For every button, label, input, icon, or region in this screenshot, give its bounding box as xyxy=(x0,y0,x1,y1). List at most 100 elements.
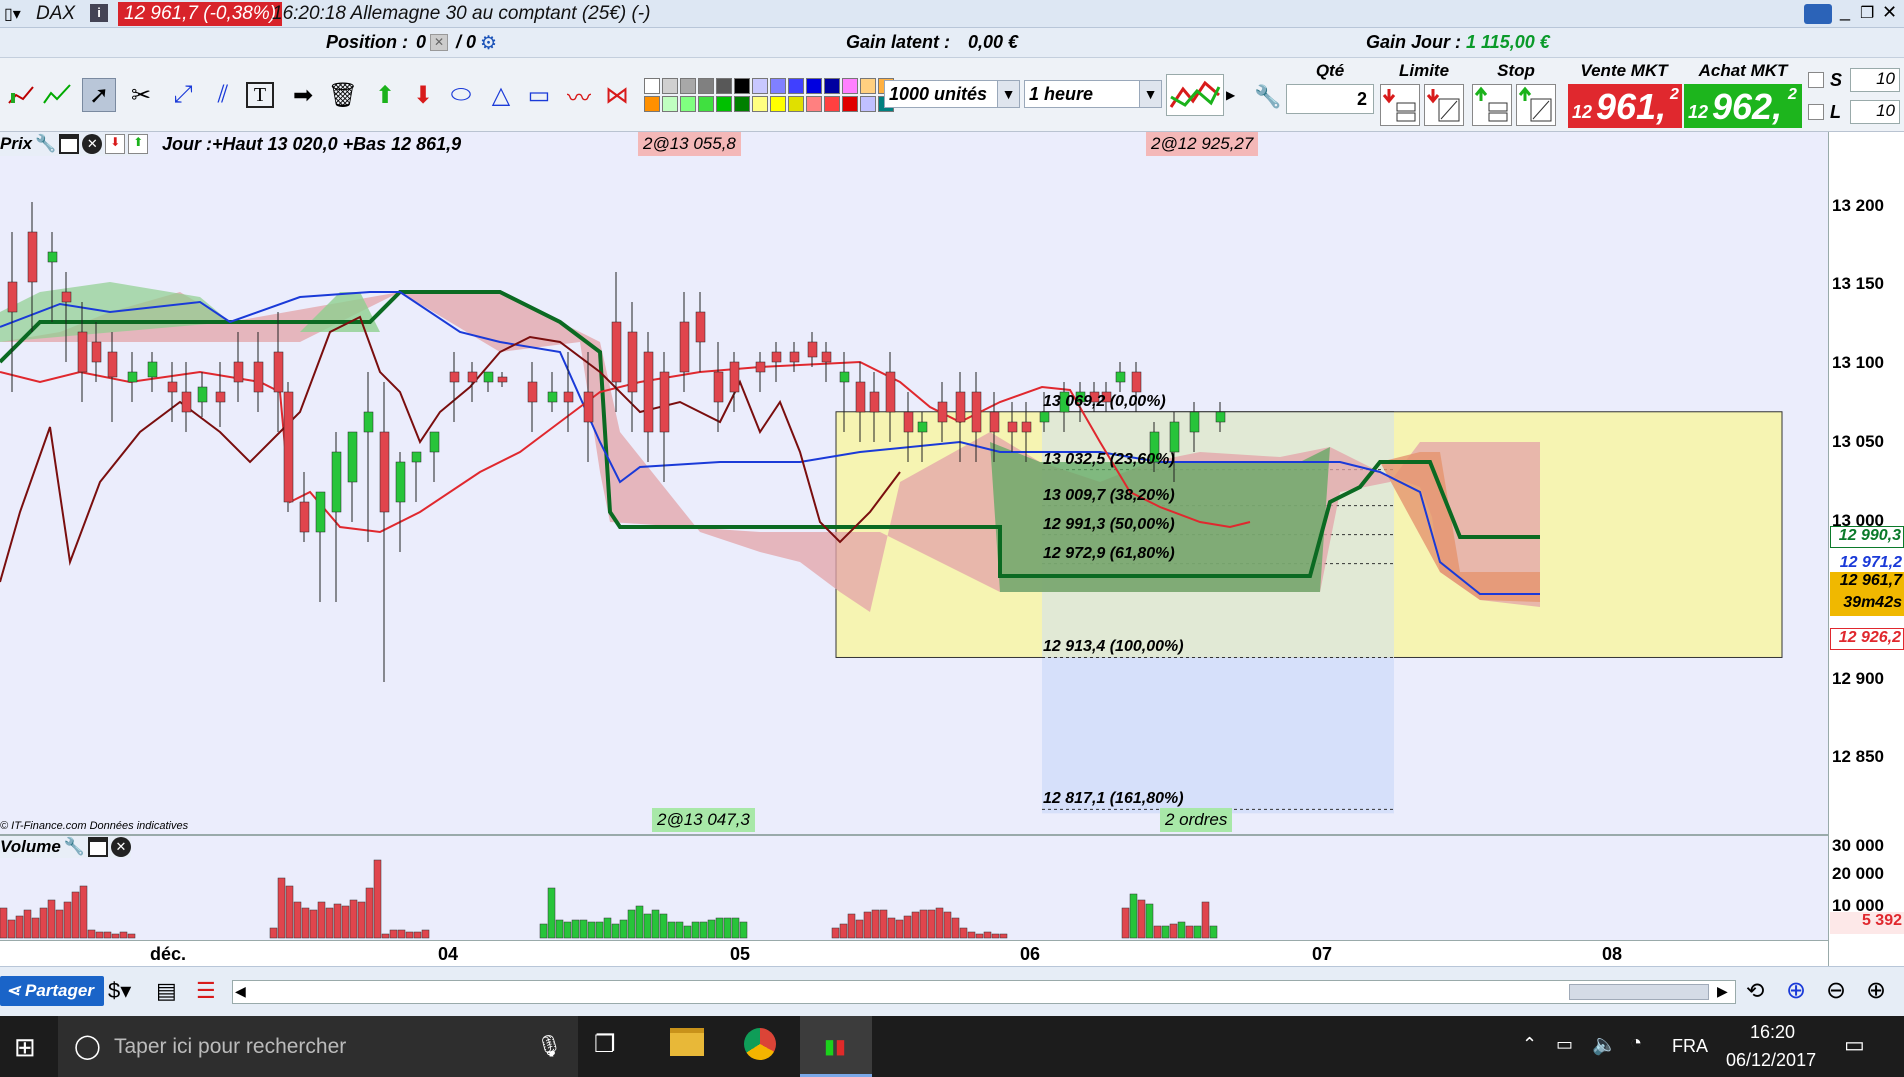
order-tag[interactable]: 2@13 047,3 xyxy=(652,808,755,832)
horizontal-scrollbar[interactable]: ◀ ▶ xyxy=(232,980,1736,1004)
wrench-icon[interactable]: 🔧 xyxy=(1254,84,1281,110)
volume-icon[interactable]: 🔈 xyxy=(1592,1032,1617,1057)
taskbar-search[interactable]: ◯ Taper ici pour rechercher 🎙 xyxy=(58,1016,578,1077)
buy-mkt-button[interactable]: 12 962, 2 xyxy=(1684,84,1802,128)
share-button[interactable]: ⋖ Partager xyxy=(0,976,104,1006)
units-select[interactable]: 1000 unités ▼ xyxy=(884,80,1020,108)
volume-chart[interactable] xyxy=(0,836,1828,940)
period-select[interactable]: 1 heure ▼ xyxy=(1024,80,1162,108)
tools-icon[interactable]: ✂ xyxy=(124,78,158,112)
move-up-icon[interactable]: ⬆ xyxy=(128,134,149,154)
close-panel-icon[interactable]: ✕ xyxy=(82,134,103,154)
restore-icon[interactable]: ❐ xyxy=(1860,3,1874,23)
palette-swatch[interactable] xyxy=(788,78,804,94)
maximize-panel-icon[interactable] xyxy=(87,837,108,857)
order-tag[interactable]: 2@12 925,27 xyxy=(1146,132,1259,156)
limit-sell-button[interactable] xyxy=(1380,84,1420,126)
channel-icon[interactable]: ⫽ xyxy=(206,78,240,112)
fibonacci-icon[interactable]: 〰 xyxy=(562,78,596,112)
minimize-icon[interactable]: _ xyxy=(1840,1,1850,22)
microphone-icon[interactable]: 🎙 xyxy=(536,1016,563,1077)
wrench-icon[interactable]: 🔧 xyxy=(35,134,56,154)
chevron-down-icon[interactable]: ▼ xyxy=(997,81,1019,107)
l-checkbox[interactable] xyxy=(1808,104,1824,120)
gann-icon[interactable]: ⋈ xyxy=(600,78,634,112)
palette-swatch[interactable] xyxy=(788,96,804,112)
up-arrow-icon[interactable]: ⬆ xyxy=(368,78,402,112)
fit-icon[interactable]: ⟲ xyxy=(1746,978,1764,1004)
limit-buy-button[interactable] xyxy=(1424,84,1464,126)
close-position-icon[interactable]: ✕ xyxy=(430,34,448,51)
triangle-tool-icon[interactable]: △ xyxy=(484,78,518,112)
palette-swatch[interactable] xyxy=(662,96,678,112)
palette-swatch[interactable] xyxy=(734,78,750,94)
indicators-icon[interactable] xyxy=(1166,74,1224,116)
palette-swatch[interactable] xyxy=(824,96,840,112)
maximize-panel-icon[interactable] xyxy=(59,134,80,154)
s-input[interactable]: 10 xyxy=(1850,68,1900,92)
rectangle-tool-icon[interactable]: ▭ xyxy=(522,78,556,112)
palette-swatch[interactable] xyxy=(680,96,696,112)
price-chart[interactable] xyxy=(0,132,1828,834)
clock-time[interactable]: 16:20 xyxy=(1750,1022,1795,1043)
palette-swatch[interactable] xyxy=(770,78,786,94)
move-down-icon[interactable]: ⬇ xyxy=(105,134,126,154)
palette-swatch[interactable] xyxy=(644,96,660,112)
chevron-up-icon[interactable]: ⌃ xyxy=(1522,1034,1537,1055)
palette-swatch[interactable] xyxy=(662,78,678,94)
notifications-icon[interactable]: ▭ xyxy=(1844,1032,1865,1058)
stop-sell-button[interactable] xyxy=(1472,84,1512,126)
windows-start-icon[interactable]: ⊞ xyxy=(14,1032,36,1063)
palette-swatch[interactable] xyxy=(734,96,750,112)
wrench-icon[interactable]: 🔧 xyxy=(64,837,85,857)
palette-swatch[interactable] xyxy=(680,78,696,94)
ellipse-tool-icon[interactable]: ⬭ xyxy=(444,78,478,112)
stop-buy-button[interactable] xyxy=(1516,84,1556,126)
cursor-icon[interactable]: ➚ xyxy=(82,78,116,112)
text-tool-icon[interactable]: T xyxy=(246,82,274,108)
orders-count-tag[interactable]: 2 ordres xyxy=(1160,808,1233,832)
layers-icon[interactable]: ☰ xyxy=(196,978,216,1004)
line-chart-icon[interactable] xyxy=(40,78,74,112)
dollar-icon[interactable]: $▾ xyxy=(108,978,131,1004)
close-panel-icon[interactable]: ✕ xyxy=(110,837,131,857)
notes-icon[interactable]: ▤ xyxy=(156,978,177,1004)
palette-swatch[interactable] xyxy=(806,78,822,94)
volume-panel[interactable] xyxy=(0,834,1828,940)
arrow-tool-icon[interactable]: ➡ xyxy=(286,78,320,112)
chevron-down-icon[interactable]: ▼ xyxy=(1139,81,1161,107)
scroll-thumb[interactable] xyxy=(1569,984,1709,1000)
file-explorer-icon[interactable] xyxy=(670,1028,704,1056)
palette-swatch[interactable] xyxy=(842,78,858,94)
s-checkbox[interactable] xyxy=(1808,72,1824,88)
palette-swatch[interactable] xyxy=(842,96,858,112)
palette-swatch[interactable] xyxy=(716,96,732,112)
keyboard-icon[interactable] xyxy=(1804,4,1832,24)
zoom-fit-icon[interactable]: ⊕ xyxy=(1786,976,1806,1005)
language-indicator[interactable]: FRA xyxy=(1672,1036,1708,1057)
palette-swatch[interactable] xyxy=(860,96,876,112)
wifi-icon[interactable]: ◔ xyxy=(1630,1032,1642,1055)
palette-swatch[interactable] xyxy=(860,78,876,94)
sell-mkt-button[interactable]: 12 961, 2 xyxy=(1568,84,1682,128)
settings-icon[interactable]: ⚙ xyxy=(480,32,497,55)
palette-swatch[interactable] xyxy=(752,78,768,94)
chrome-icon[interactable] xyxy=(744,1028,776,1060)
palette-swatch[interactable] xyxy=(716,78,732,94)
palette-swatch[interactable] xyxy=(698,96,714,112)
clock-date[interactable]: 06/12/2017 xyxy=(1726,1050,1816,1071)
qty-input[interactable]: 2 xyxy=(1286,84,1374,114)
color-palette[interactable] xyxy=(644,78,894,114)
l-input[interactable]: 10 xyxy=(1850,100,1900,124)
close-icon[interactable]: ✕ xyxy=(1882,2,1897,23)
price-chart-panel[interactable] xyxy=(0,132,1828,834)
task-view-icon[interactable]: ❐ xyxy=(594,1030,616,1059)
scroll-left-icon[interactable]: ◀ xyxy=(235,983,246,1000)
candle-chart-icon[interactable] xyxy=(4,78,38,112)
order-tag[interactable]: 2@13 055,8 xyxy=(638,132,741,156)
delete-icon[interactable]: 🗑 xyxy=(326,78,360,112)
chevron-down-icon[interactable]: ▶ xyxy=(1226,88,1235,102)
zoom-in-icon[interactable]: ⊕ xyxy=(1866,976,1886,1005)
trendline-icon[interactable]: ⤢ xyxy=(166,78,200,112)
down-arrow-icon[interactable]: ⬇ xyxy=(406,78,440,112)
